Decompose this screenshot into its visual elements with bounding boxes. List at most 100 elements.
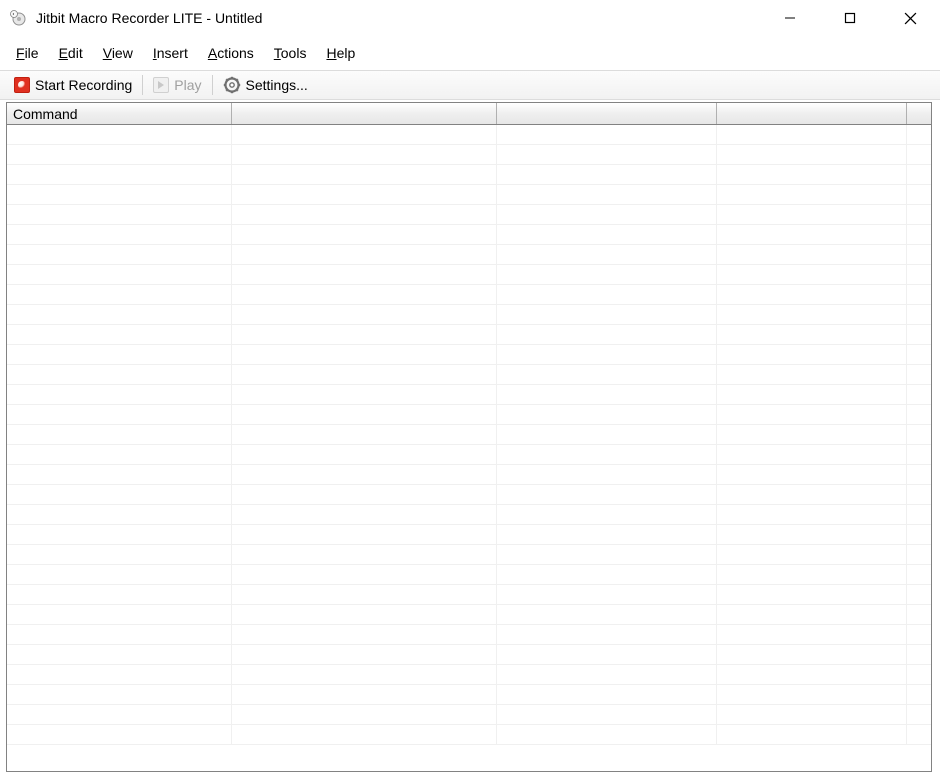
table-row[interactable] <box>7 605 931 625</box>
table-row[interactable] <box>7 345 931 365</box>
table-row[interactable] <box>7 285 931 305</box>
table-row[interactable] <box>7 265 931 285</box>
table-row[interactable] <box>7 165 931 185</box>
cell <box>497 605 717 624</box>
column-header-2[interactable] <box>497 103 717 124</box>
maximize-button[interactable] <box>820 0 880 36</box>
cell <box>497 385 717 404</box>
close-button[interactable] <box>880 0 940 36</box>
cell <box>907 405 931 424</box>
cell <box>7 325 232 344</box>
cell <box>717 225 907 244</box>
cell <box>717 565 907 584</box>
cell <box>232 125 497 144</box>
cell <box>717 665 907 684</box>
table-row[interactable] <box>7 505 931 525</box>
table-row[interactable] <box>7 205 931 225</box>
minimize-button[interactable] <box>760 0 820 36</box>
menu-edit[interactable]: Edit <box>49 42 93 64</box>
table-row[interactable] <box>7 545 931 565</box>
cell <box>497 345 717 364</box>
menu-insert[interactable]: Insert <box>143 42 198 64</box>
table-row[interactable] <box>7 225 931 245</box>
cell <box>232 345 497 364</box>
column-header-4[interactable] <box>907 103 931 124</box>
table-row[interactable] <box>7 485 931 505</box>
table-row[interactable] <box>7 185 931 205</box>
cell <box>717 445 907 464</box>
cell <box>497 285 717 304</box>
table-row[interactable] <box>7 525 931 545</box>
table-row[interactable] <box>7 305 931 325</box>
cell <box>717 205 907 224</box>
menu-actions[interactable]: Actions <box>198 42 264 64</box>
cell <box>232 685 497 704</box>
cell <box>717 585 907 604</box>
cell <box>232 585 497 604</box>
menu-help[interactable]: Help <box>316 42 365 64</box>
cell <box>232 265 497 284</box>
cell <box>497 585 717 604</box>
cell <box>497 405 717 424</box>
start-recording-button[interactable]: Start Recording <box>6 75 140 95</box>
table-row[interactable] <box>7 365 931 385</box>
cell <box>232 325 497 344</box>
table-row[interactable] <box>7 565 931 585</box>
cell <box>717 325 907 344</box>
column-header-1[interactable] <box>232 103 497 124</box>
menu-view[interactable]: View <box>93 42 143 64</box>
cell <box>717 705 907 724</box>
table-row[interactable] <box>7 665 931 685</box>
table-row[interactable] <box>7 245 931 265</box>
table-row[interactable] <box>7 125 931 145</box>
cell <box>232 425 497 444</box>
cell <box>907 625 931 644</box>
cell <box>7 385 232 404</box>
gear-icon <box>223 76 241 94</box>
cell <box>7 685 232 704</box>
table-row[interactable] <box>7 705 931 725</box>
cell <box>497 505 717 524</box>
menu-tools[interactable]: Tools <box>264 42 317 64</box>
cell <box>497 245 717 264</box>
cell <box>7 605 232 624</box>
menu-file[interactable]: File <box>6 42 49 64</box>
table-row[interactable] <box>7 645 931 665</box>
table-row[interactable] <box>7 385 931 405</box>
table-row[interactable] <box>7 725 931 745</box>
start-recording-label: Start Recording <box>35 77 132 93</box>
cell <box>717 345 907 364</box>
settings-button[interactable]: Settings... <box>215 74 316 96</box>
cell <box>232 625 497 644</box>
cell <box>717 465 907 484</box>
cell <box>497 625 717 644</box>
cell <box>7 205 232 224</box>
cell <box>497 645 717 664</box>
table-row[interactable] <box>7 585 931 605</box>
cell <box>717 505 907 524</box>
column-header-0[interactable]: Command <box>7 103 232 124</box>
table-row[interactable] <box>7 145 931 165</box>
cell <box>907 165 931 184</box>
cell <box>7 525 232 544</box>
table-row[interactable] <box>7 465 931 485</box>
cell <box>907 145 931 164</box>
grid-body[interactable] <box>7 125 931 771</box>
cell <box>717 605 907 624</box>
table-row[interactable] <box>7 325 931 345</box>
table-row[interactable] <box>7 685 931 705</box>
table-row[interactable] <box>7 625 931 645</box>
command-grid[interactable]: Command <box>6 102 932 772</box>
table-row[interactable] <box>7 405 931 425</box>
cell <box>717 245 907 264</box>
table-row[interactable] <box>7 425 931 445</box>
cell <box>907 385 931 404</box>
cell <box>717 165 907 184</box>
column-header-3[interactable] <box>717 103 907 124</box>
cell <box>907 565 931 584</box>
cell <box>232 405 497 424</box>
cell <box>907 485 931 504</box>
table-row[interactable] <box>7 445 931 465</box>
cell <box>497 725 717 744</box>
cell <box>497 485 717 504</box>
